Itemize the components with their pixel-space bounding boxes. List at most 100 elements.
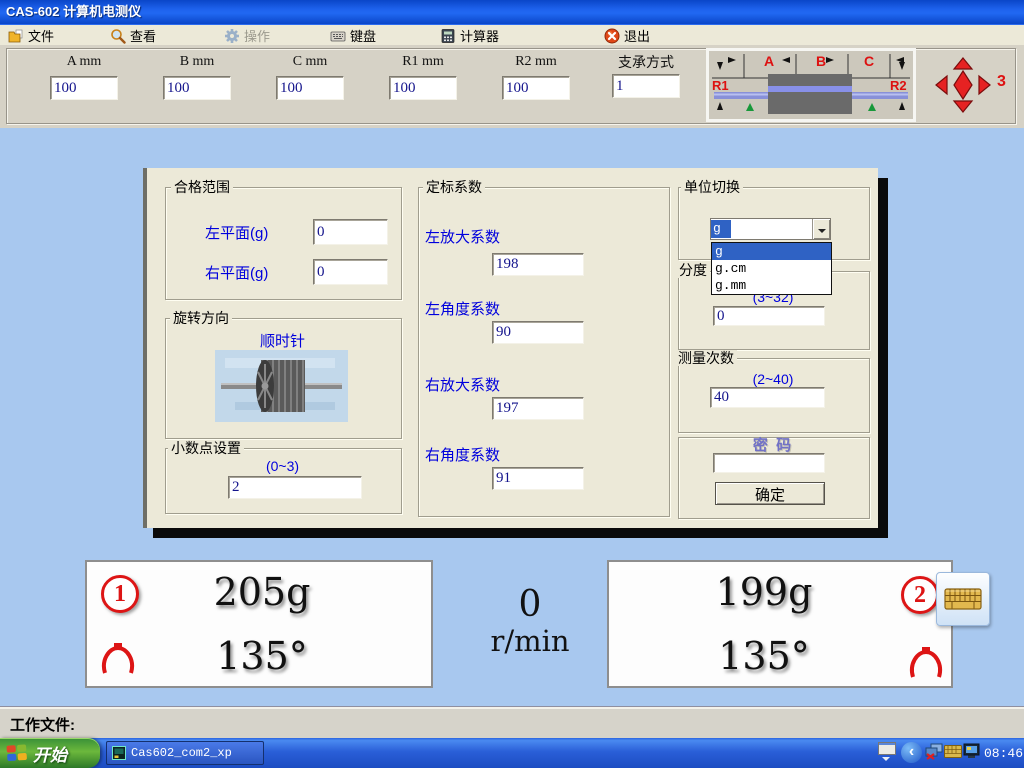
right-gain-input[interactable] <box>492 397 584 420</box>
speed-unit: r/min <box>468 624 592 658</box>
field-b-input[interactable] <box>163 76 231 100</box>
work-file-label: 工作文件: <box>10 714 75 735</box>
password-label: 密 码 <box>678 434 868 455</box>
language-bar-icon[interactable] <box>878 742 896 755</box>
field-a-input[interactable] <box>50 76 118 100</box>
unit-dropdown-list: g g.cm g.mm <box>711 242 832 295</box>
display-left-index-badge: 1 <box>101 575 139 613</box>
menu-item-keyboard[interactable]: 键盘 <box>330 27 376 44</box>
arrows-count: 3 <box>997 73 1006 91</box>
measure-range-label: (2~40) <box>678 371 868 387</box>
display-right-plane: 199g 2 135° <box>607 560 953 688</box>
right-gain-label: 右放大系数 <box>425 374 500 395</box>
menu-item-label: 操作 <box>244 26 270 45</box>
left-gain-input[interactable] <box>492 253 584 276</box>
field-c: C mm <box>268 54 352 100</box>
menu-item-label: 退出 <box>624 26 650 45</box>
combobox-dropdown-button[interactable] <box>812 219 830 239</box>
task-button-label: Cas602_com2_xp <box>131 746 232 760</box>
keyboard-tray-icon[interactable] <box>944 745 962 758</box>
menu-item-calculator[interactable]: 计算器 <box>440 27 499 44</box>
network-disconnected-icon[interactable] <box>925 743 943 760</box>
division-input[interactable] <box>713 306 825 326</box>
menu-item-label: 查看 <box>130 26 156 45</box>
unit-option-gcm[interactable]: g.cm <box>712 260 831 277</box>
onscreen-keyboard-button[interactable] <box>936 572 990 626</box>
left-angle-label: 左角度系数 <box>425 298 500 319</box>
speed-value: 0 <box>480 584 580 625</box>
menu-item-file[interactable]: 文件 <box>8 27 54 44</box>
field-r2: R2 mm <box>494 54 578 100</box>
clock[interactable]: 08:46 <box>984 746 1023 761</box>
field-support-input[interactable] <box>612 74 680 98</box>
diagram-label-c: C <box>864 53 874 69</box>
start-button[interactable]: 开始 <box>0 738 100 768</box>
field-c-label: C mm <box>268 54 352 72</box>
display-right-angle: 135° <box>679 634 849 678</box>
direction-arrows-icon[interactable] <box>935 57 991 113</box>
start-button-label: 开始 <box>33 741 67 766</box>
field-c-input[interactable] <box>276 76 344 100</box>
language-bar-caret-icon[interactable] <box>882 757 890 765</box>
unit-selected-value: g <box>711 220 731 238</box>
menu-item-label: 计算器 <box>460 26 499 45</box>
unit-option-g[interactable]: g <box>712 243 831 260</box>
rotor-photo <box>215 350 348 422</box>
field-r1-label: R1 mm <box>381 54 465 72</box>
left-angle-input[interactable] <box>492 321 584 344</box>
field-r1-input[interactable] <box>389 76 457 100</box>
right-angle-label: 右角度系数 <box>425 444 500 465</box>
status-bar: 工作文件: <box>0 706 1024 738</box>
left-plane-input[interactable] <box>313 219 388 245</box>
decimal-input[interactable] <box>228 476 362 499</box>
keyboard-icon <box>330 28 346 44</box>
chevron-down-icon <box>818 229 826 237</box>
password-input[interactable] <box>713 453 825 473</box>
unit-combobox[interactable]: g <box>710 218 831 240</box>
field-support-label: 支承方式 <box>604 52 688 70</box>
menu-item-exit[interactable]: 退出 <box>604 27 650 44</box>
display-right-index-badge: 2 <box>901 576 939 614</box>
group-calibration-title: 定标系数 <box>423 179 485 195</box>
field-r1: R1 mm <box>381 54 465 100</box>
search-icon <box>110 28 126 44</box>
measure-count-input[interactable] <box>710 387 825 408</box>
group-division-title: 分度 <box>676 262 710 278</box>
menu-item-label: 文件 <box>28 26 54 45</box>
field-a: A mm <box>42 54 126 100</box>
left-gain-label: 左放大系数 <box>425 226 500 247</box>
password-ok-button[interactable]: 确定 <box>715 482 825 505</box>
group-rotation-title: 旋转方向 <box>170 310 232 326</box>
menu-item-view[interactable]: 查看 <box>110 27 156 44</box>
display-left-plane: 1 205g 135° <box>85 560 433 688</box>
display-settings-tray-icon[interactable] <box>963 743 981 760</box>
taskbar: 开始 Cas602_com2_xp ‹ 08 <box>0 738 1024 768</box>
calculator-icon <box>440 28 456 44</box>
display-left-angle: 135° <box>162 634 362 678</box>
exit-icon <box>604 28 620 44</box>
field-support: 支承方式 <box>604 52 688 98</box>
unbalance-position-icon <box>99 642 137 676</box>
diagram-label-b: B <box>816 53 826 69</box>
group-qualified-range-title: 合格范围 <box>171 179 233 195</box>
group-measure-count-title: 测量次数 <box>675 350 737 366</box>
left-plane-label: 左平面(g) <box>205 222 268 243</box>
menu-bar: 文件 查看 操作 键盘 计算器 退出 <box>0 24 1024 45</box>
screen: CAS-602 计算机电测仪 文件 查看 操作 键盘 计算器 退出 <box>0 0 1024 768</box>
right-plane-input[interactable] <box>313 259 388 285</box>
field-r2-input[interactable] <box>502 76 570 100</box>
field-b: B mm <box>155 54 239 100</box>
taskbar-task-button[interactable]: Cas602_com2_xp <box>106 741 264 765</box>
tray-collapse-chevron[interactable]: ‹ <box>901 742 922 763</box>
parameter-panel: A mm B mm C mm R1 mm R2 mm 支承方式 <box>0 45 1024 128</box>
right-plane-label: 右平面(g) <box>205 262 268 283</box>
settings-dialog: 合格范围 左平面(g) 右平面(g) 旋转方向 顺时针 小数点设置 (0~3) … <box>143 168 878 528</box>
keyboard-icon <box>944 586 982 612</box>
display-right-amount: 199g <box>679 570 849 614</box>
right-angle-input[interactable] <box>492 467 584 490</box>
menu-item-operate: 操作 <box>224 27 270 44</box>
unit-option-gmm[interactable]: g.mm <box>712 277 831 294</box>
group-decimal-title: 小数点设置 <box>168 440 244 456</box>
group-unit-switch-title: 单位切换 <box>681 179 743 195</box>
diagram-label-r2: R2 <box>890 78 907 93</box>
